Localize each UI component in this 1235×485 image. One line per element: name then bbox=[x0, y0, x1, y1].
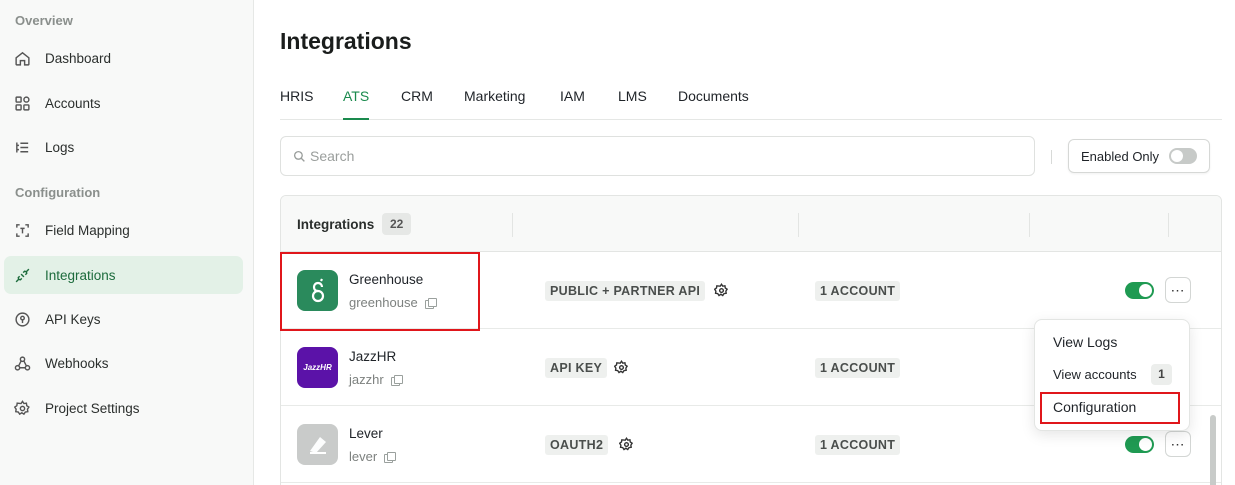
tab-ats[interactable]: ATS bbox=[343, 88, 370, 120]
sidebar-item-dashboard[interactable]: Dashboard bbox=[4, 39, 243, 77]
search-icon bbox=[293, 150, 306, 163]
account-count-badge: 1 ACCOUNT bbox=[815, 435, 901, 455]
enable-toggle[interactable] bbox=[1125, 282, 1154, 299]
divider bbox=[1051, 150, 1052, 164]
greenhouse-logo bbox=[297, 270, 338, 311]
sidebar-item-label: Project Settings bbox=[45, 400, 140, 416]
menu-item-view-logs[interactable]: View Logs bbox=[1053, 334, 1117, 350]
sidebar-item-label: API Keys bbox=[45, 311, 101, 327]
enabled-only-filter[interactable]: Enabled Only bbox=[1068, 139, 1210, 173]
sidebar-item-label: Integrations bbox=[45, 267, 116, 283]
more-options-button[interactable]: ⋯ bbox=[1165, 277, 1191, 303]
lever-logo bbox=[297, 424, 338, 465]
menu-item-configuration[interactable]: Configuration bbox=[1053, 399, 1136, 415]
sidebar-item-label: Webhooks bbox=[45, 355, 109, 371]
row-actions-menu: View Logs View accounts 1 Configuration bbox=[1034, 319, 1190, 431]
column-divider bbox=[798, 213, 799, 237]
jazzhr-logo: JazzHR bbox=[297, 347, 338, 388]
slug-text: greenhouse bbox=[349, 295, 418, 310]
page-title: Integrations bbox=[280, 28, 412, 54]
sidebar-item-field-mapping[interactable]: Field Mapping bbox=[4, 211, 243, 249]
home-icon bbox=[13, 49, 31, 67]
auth-type-badge: OAUTH2 bbox=[545, 435, 609, 455]
search-input[interactable] bbox=[310, 148, 1010, 164]
integration-slug: jazzhr bbox=[349, 372, 403, 387]
sidebar-item-api-keys[interactable]: API Keys bbox=[4, 300, 243, 338]
gear-icon[interactable] bbox=[619, 437, 634, 452]
auth-type-badge: API KEY bbox=[545, 358, 608, 378]
account-count-badge: 1 ACCOUNT bbox=[815, 358, 901, 378]
sidebar-item-accounts[interactable]: Accounts bbox=[4, 84, 243, 122]
list-icon bbox=[13, 138, 31, 156]
integration-slug: greenhouse bbox=[349, 295, 437, 310]
copy-icon[interactable] bbox=[424, 297, 437, 309]
sidebar-item-label: Accounts bbox=[45, 95, 101, 111]
sidebar-item-webhooks[interactable]: Webhooks bbox=[4, 344, 243, 382]
table-row-greenhouse[interactable]: Greenhouse greenhouse PUBLIC + PARTNER A… bbox=[281, 252, 1221, 329]
slug-text: lever bbox=[349, 449, 378, 464]
tab-marketing[interactable]: Marketing bbox=[464, 88, 525, 120]
table-header: Integrations 22 bbox=[281, 196, 1221, 252]
tab-lms[interactable]: LMS bbox=[618, 88, 647, 120]
enabled-only-toggle[interactable] bbox=[1169, 148, 1197, 164]
integration-slug: lever bbox=[349, 449, 397, 464]
tab-documents[interactable]: Documents bbox=[678, 88, 749, 120]
key-icon bbox=[13, 310, 31, 328]
enable-toggle[interactable] bbox=[1125, 436, 1154, 453]
sidebar-item-label: Dashboard bbox=[45, 50, 112, 66]
text-frame-icon bbox=[13, 221, 31, 239]
gear-icon[interactable] bbox=[714, 283, 729, 298]
jazzhr-logo-text: JazzHR bbox=[303, 363, 332, 372]
grid-icon bbox=[13, 94, 31, 112]
tab-iam[interactable]: IAM bbox=[560, 88, 585, 120]
copy-icon[interactable] bbox=[390, 374, 403, 386]
copy-icon[interactable] bbox=[384, 451, 397, 463]
menu-item-view-accounts[interactable]: View accounts bbox=[1053, 367, 1137, 382]
search-box bbox=[280, 136, 1035, 176]
section-label-configuration: Configuration bbox=[15, 185, 101, 200]
column-header-integrations: Integrations bbox=[297, 217, 375, 232]
integration-name: JazzHR bbox=[349, 349, 397, 364]
gear-icon bbox=[13, 399, 31, 417]
more-options-button[interactable]: ⋯ bbox=[1165, 431, 1191, 457]
webhook-icon bbox=[13, 354, 31, 372]
sidebar-item-project-settings[interactable]: Project Settings bbox=[4, 389, 243, 427]
integration-name: Lever bbox=[349, 426, 383, 441]
column-divider bbox=[1029, 213, 1030, 237]
sidebar-item-label: Logs bbox=[45, 139, 75, 155]
column-divider bbox=[512, 213, 513, 237]
count-badge: 22 bbox=[382, 213, 412, 235]
sidebar-item-label: Field Mapping bbox=[45, 222, 130, 238]
column-divider bbox=[1168, 213, 1169, 237]
tab-hris[interactable]: HRIS bbox=[280, 88, 313, 120]
account-count-badge: 1 ACCOUNT bbox=[815, 281, 901, 301]
scroll-thumb[interactable] bbox=[1210, 415, 1216, 485]
table-scrollbar[interactable] bbox=[1209, 253, 1217, 485]
plug-icon bbox=[13, 266, 31, 284]
sidebar-item-integrations[interactable]: Integrations bbox=[4, 256, 243, 294]
auth-type-badge: PUBLIC + PARTNER API bbox=[545, 281, 706, 301]
slug-text: jazzhr bbox=[349, 372, 384, 387]
section-label-overview: Overview bbox=[15, 13, 73, 28]
integration-name: Greenhouse bbox=[349, 272, 424, 287]
sidebar-item-logs[interactable]: Logs bbox=[4, 128, 243, 166]
tab-bar: HRIS ATS CRM Marketing IAM LMS Documents bbox=[280, 85, 1222, 120]
sidebar: Overview Dashboard Accounts Logs Configu… bbox=[0, 0, 254, 485]
tab-crm[interactable]: CRM bbox=[401, 88, 433, 120]
gear-icon[interactable] bbox=[614, 360, 629, 375]
accounts-count-badge: 1 bbox=[1151, 364, 1172, 385]
enabled-only-label: Enabled Only bbox=[1081, 148, 1160, 164]
